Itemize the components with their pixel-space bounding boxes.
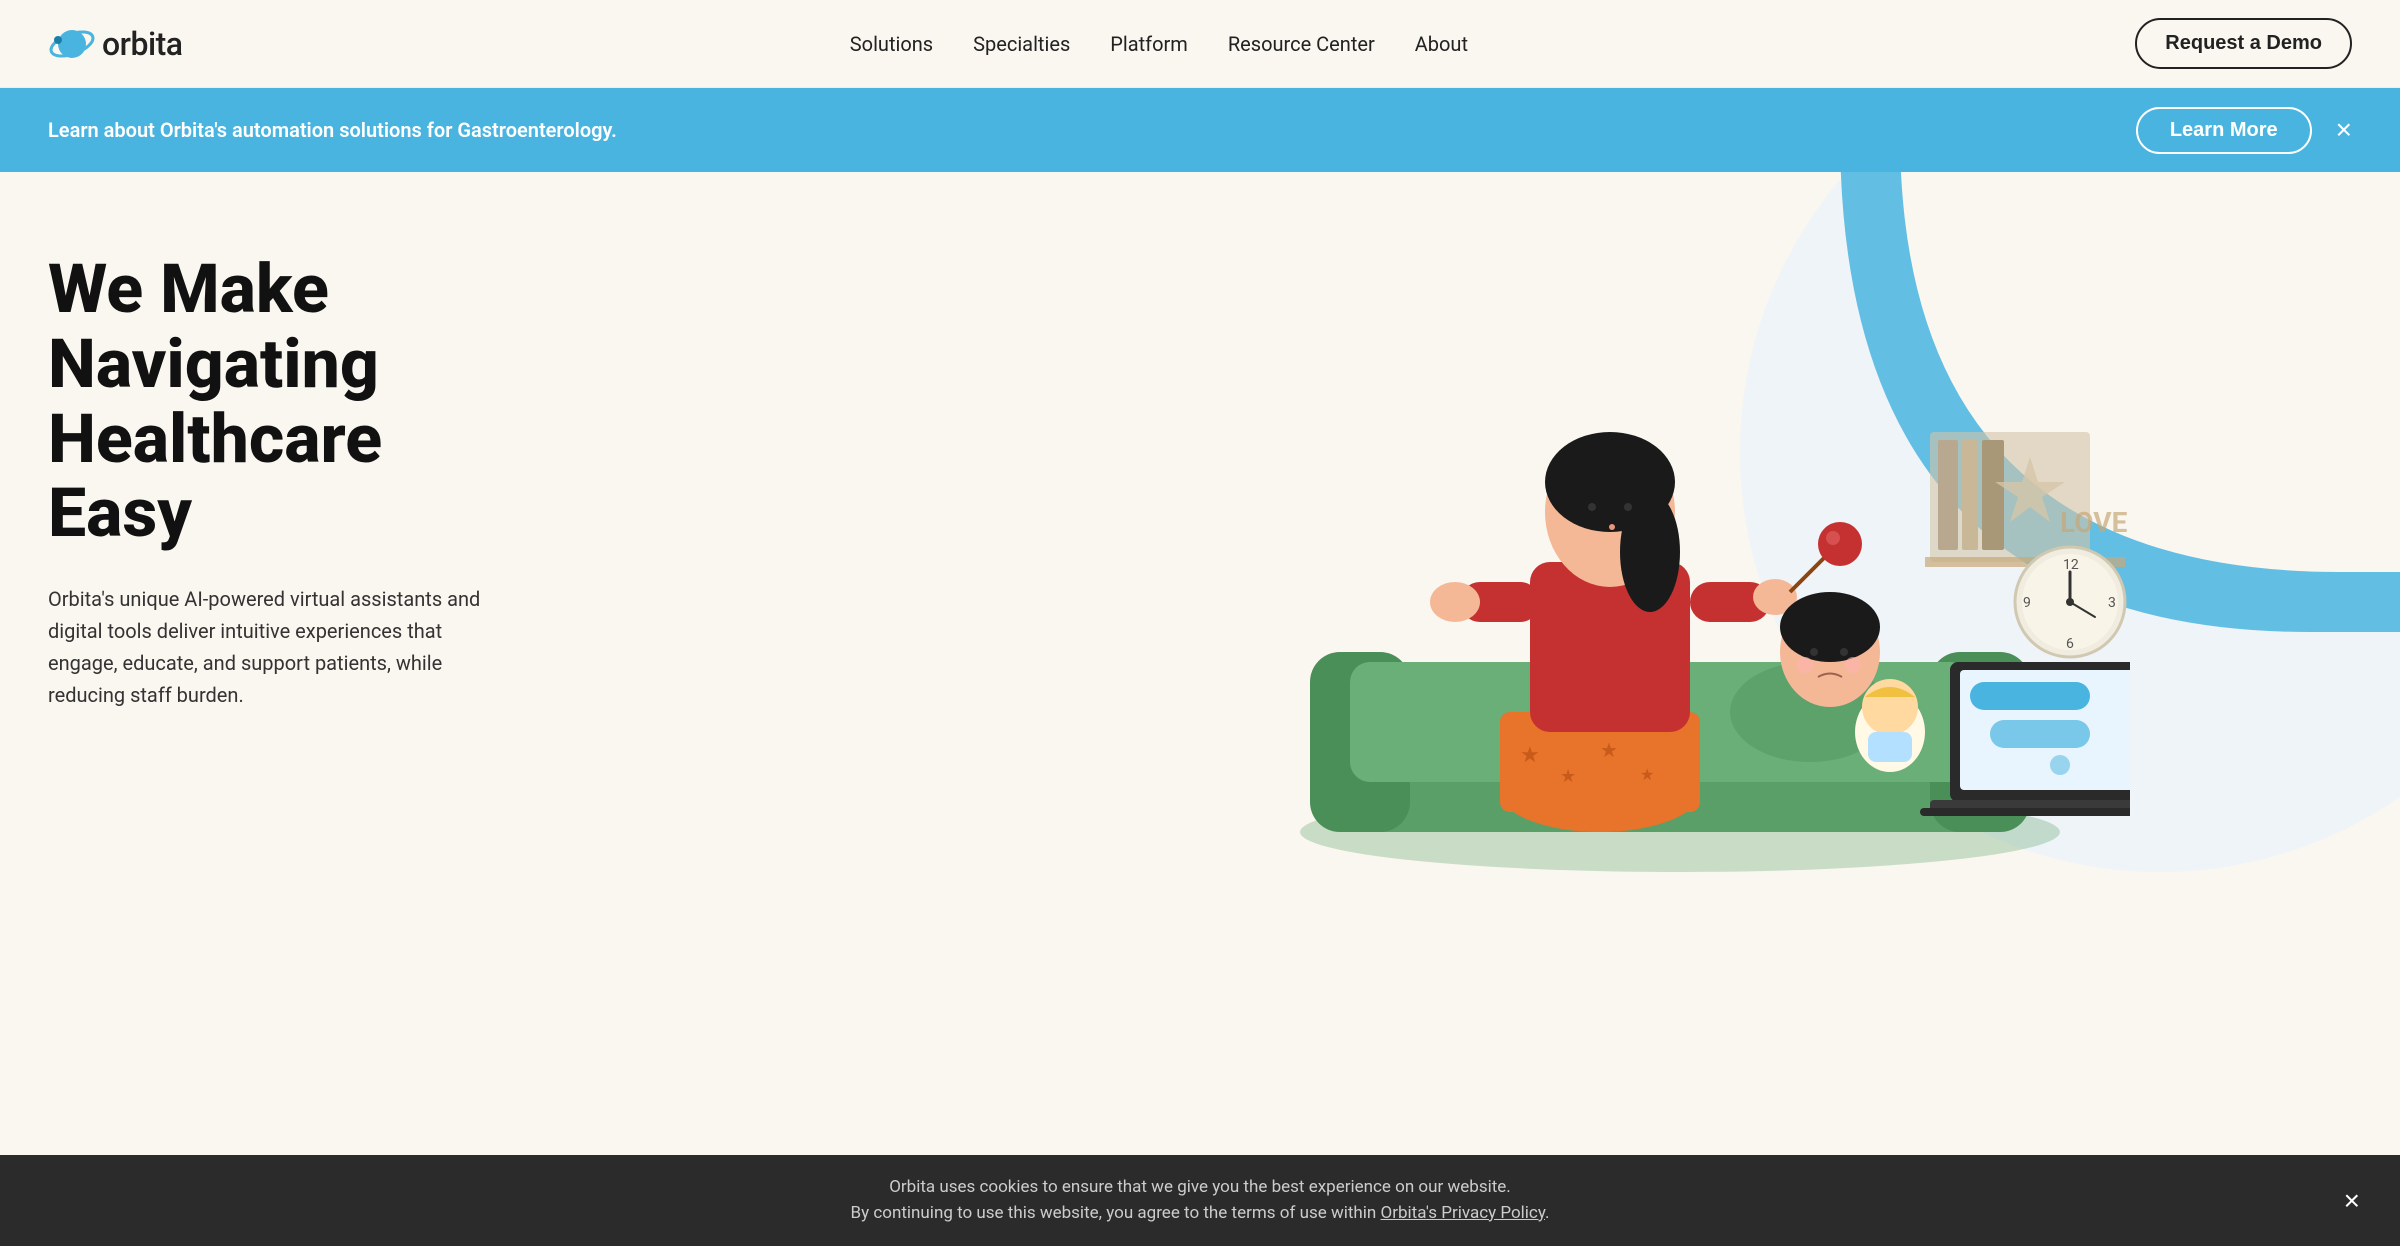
cookie-text: Orbita uses cookies to ensure that we gi… (851, 1175, 1550, 1226)
svg-text:LOVE: LOVE (2060, 506, 2128, 539)
logo-link[interactable]: orbita (48, 20, 183, 68)
nav-link-specialties[interactable]: Specialties (973, 32, 1070, 56)
svg-text:9: 9 (2023, 595, 2031, 611)
svg-text:★: ★ (1600, 738, 1618, 762)
banner-text: Learn about Orbita's automation solution… (48, 118, 617, 142)
cookie-close-button[interactable]: × (2344, 1187, 2360, 1215)
nav-item-specialties: Specialties (973, 32, 1070, 56)
hero-content: We Make Navigating Healthcare Easy Orbit… (0, 172, 560, 771)
nav-item-platform: Platform (1110, 32, 1188, 56)
cookie-line1: Orbita uses cookies to ensure that we gi… (889, 1177, 1511, 1197)
svg-text:★: ★ (1640, 765, 1654, 784)
nav-links: Solutions Specialties Platform Resource … (850, 32, 1468, 56)
announcement-banner: Learn about Orbita's automation solution… (0, 88, 2400, 172)
logo-text: orbita (102, 25, 183, 63)
nav-link-resource-center[interactable]: Resource Center (1228, 32, 1375, 56)
banner-actions: Learn More × (2136, 107, 2352, 154)
hero-scene-svg: ★ ★ ★ ★ (1230, 172, 2130, 872)
nav-item-about: About (1415, 32, 1468, 56)
hero-illustration: ★ ★ ★ ★ (960, 172, 2400, 872)
privacy-policy-link[interactable]: Orbita's Privacy Policy (1381, 1203, 1545, 1223)
cookie-line2: By continuing to use this website, you a… (851, 1203, 1381, 1223)
svg-text:3: 3 (2108, 595, 2116, 611)
nav-item-resource-center: Resource Center (1228, 32, 1375, 56)
nav-item-solutions: Solutions (850, 32, 933, 56)
learn-more-button[interactable]: Learn More (2136, 107, 2312, 154)
svg-text:★: ★ (1520, 743, 1540, 768)
svg-text:★: ★ (1560, 766, 1576, 787)
banner-close-button[interactable]: × (2336, 116, 2352, 144)
nav-link-platform[interactable]: Platform (1110, 32, 1188, 56)
nav-link-solutions[interactable]: Solutions (850, 32, 933, 56)
cookie-banner: Orbita uses cookies to ensure that we gi… (0, 1155, 2400, 1246)
svg-text:12: 12 (2063, 557, 2079, 573)
nav-link-about[interactable]: About (1415, 32, 1468, 56)
hero-subtitle: Orbita's unique AI-powered virtual assis… (48, 583, 512, 711)
hero-section: We Make Navigating Healthcare Easy Orbit… (0, 172, 2400, 872)
logo-icon (48, 20, 96, 68)
navbar: orbita Solutions Specialties Platform Re… (0, 0, 2400, 88)
hero-title: We Make Navigating Healthcare Easy (48, 252, 512, 551)
svg-text:6: 6 (2066, 636, 2074, 652)
request-demo-button[interactable]: Request a Demo (2135, 18, 2352, 69)
